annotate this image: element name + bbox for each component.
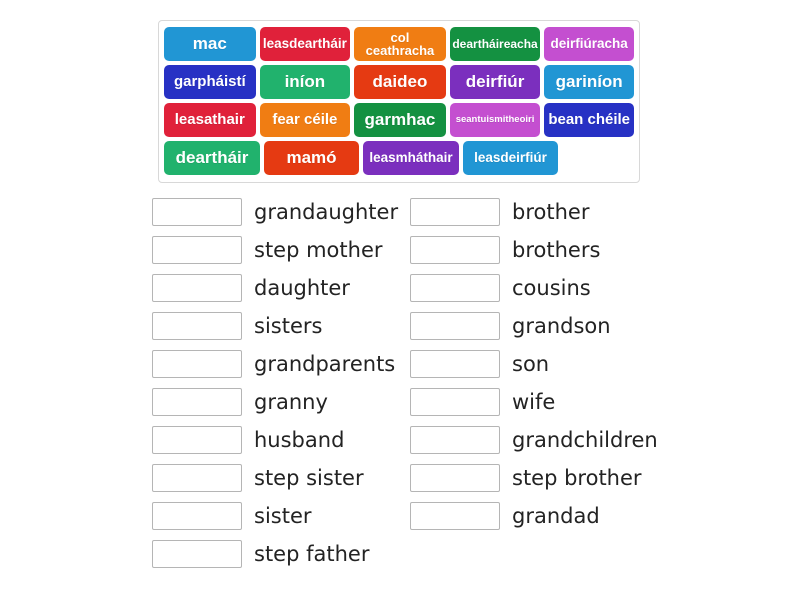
answer-drop-slot[interactable] — [410, 502, 500, 530]
word-bank: mac leasdeartháir col ceathracha deartháire… — [158, 20, 640, 183]
answer-row: grandson — [410, 307, 668, 345]
answer-row: grandchildren — [410, 421, 668, 459]
tile-row: mac leasdeartháir col ceathracha deartháire… — [164, 27, 634, 61]
answer-row: granny — [152, 383, 410, 421]
answer-label: granny — [254, 389, 328, 414]
answer-label: sister — [254, 503, 312, 528]
answer-label: wife — [512, 389, 556, 414]
answer-drop-slot[interactable] — [152, 426, 242, 454]
answer-list: grandaughter step mother daughter sisters gr… — [152, 193, 772, 573]
answer-drop-slot[interactable] — [410, 236, 500, 264]
answer-drop-slot[interactable] — [410, 388, 500, 416]
word-tile[interactable]: deirfiúr — [449, 65, 541, 99]
answer-label: son — [512, 351, 550, 376]
answer-row: step father — [152, 535, 410, 573]
answer-drop-slot[interactable] — [152, 540, 242, 568]
answer-label: cousins — [512, 275, 591, 300]
answer-row: daughter — [152, 269, 410, 307]
answer-drop-slot[interactable] — [410, 350, 500, 378]
answer-label: grandchildren — [512, 427, 658, 452]
answer-row: step sister — [152, 459, 410, 497]
word-tile[interactable]: daideo — [354, 65, 446, 99]
answer-drop-slot[interactable] — [152, 388, 242, 416]
answer-label: step mother — [254, 237, 383, 262]
word-tile[interactable]: deirfiúracha — [544, 27, 634, 61]
word-tile[interactable]: garmhac — [354, 103, 446, 137]
answer-label: grandson — [512, 313, 611, 338]
answer-drop-slot[interactable] — [152, 350, 242, 378]
word-tile[interactable]: iníon — [259, 65, 351, 99]
word-tile[interactable]: seantuismitheoiri — [449, 103, 541, 137]
tile-row: deartháir mamó leasmháthair leasdeirfiúr — [164, 141, 634, 175]
answer-drop-slot[interactable] — [410, 274, 500, 302]
word-tile[interactable]: bean chéile — [544, 103, 634, 137]
word-tile[interactable]: deartháir — [164, 141, 260, 175]
answer-label: step father — [254, 541, 370, 566]
word-tile[interactable]: fear céile — [259, 103, 351, 137]
tile-row: leasathair fear céile garmhac seantuismithe… — [164, 103, 634, 137]
answer-drop-slot[interactable] — [152, 464, 242, 492]
word-tile[interactable]: deartháireacha — [449, 27, 541, 61]
answer-row: step mother — [152, 231, 410, 269]
answer-label: grandparents — [254, 351, 396, 376]
answer-row: son — [410, 345, 668, 383]
answer-label: grandad — [512, 503, 600, 528]
answer-drop-slot[interactable] — [410, 312, 500, 340]
word-tile[interactable]: leasdeirfiúr — [463, 141, 558, 175]
word-tile[interactable]: col ceathracha — [354, 27, 446, 61]
word-tile[interactable]: leasmháthair — [363, 141, 459, 175]
answer-drop-slot[interactable] — [410, 426, 500, 454]
answer-row: grandad — [410, 497, 668, 535]
answer-drop-slot[interactable] — [152, 274, 242, 302]
answer-row: brother — [410, 193, 668, 231]
answer-label: husband — [254, 427, 345, 452]
answer-row: grandaughter — [152, 193, 410, 231]
answer-row: brothers — [410, 231, 668, 269]
answer-drop-slot[interactable] — [152, 236, 242, 264]
answer-row: step brother — [410, 459, 668, 497]
answer-row: wife — [410, 383, 668, 421]
answer-row: sister — [152, 497, 410, 535]
word-tile[interactable]: leasdeartháir — [259, 27, 351, 61]
answer-label: step brother — [512, 465, 642, 490]
answer-label: brother — [512, 199, 590, 224]
word-tile[interactable]: mac — [164, 27, 256, 61]
answer-label: step sister — [254, 465, 364, 490]
answer-label: daughter — [254, 275, 350, 300]
word-tile[interactable]: garpháistí — [164, 65, 256, 99]
word-tile[interactable]: mamó — [264, 141, 359, 175]
answer-drop-slot[interactable] — [152, 502, 242, 530]
answer-row: husband — [152, 421, 410, 459]
word-tile[interactable]: leasathair — [164, 103, 256, 137]
answer-column-right: brother brothers cousins grandson son wife gra… — [410, 193, 668, 573]
answer-row: sisters — [152, 307, 410, 345]
word-tile[interactable]: gariníon — [544, 65, 634, 99]
answer-row: grandparents — [152, 345, 410, 383]
answer-drop-slot[interactable] — [410, 198, 500, 226]
answer-label: sisters — [254, 313, 323, 338]
answer-row: cousins — [410, 269, 668, 307]
answer-label: brothers — [512, 237, 601, 262]
answer-column-left: grandaughter step mother daughter sisters gr… — [152, 193, 410, 573]
answer-drop-slot[interactable] — [152, 312, 242, 340]
tile-row: garpháistí iníon daideo deirfiúr gariníon — [164, 65, 634, 99]
answer-drop-slot[interactable] — [410, 464, 500, 492]
answer-drop-slot[interactable] — [152, 198, 242, 226]
answer-label: grandaughter — [254, 199, 399, 224]
